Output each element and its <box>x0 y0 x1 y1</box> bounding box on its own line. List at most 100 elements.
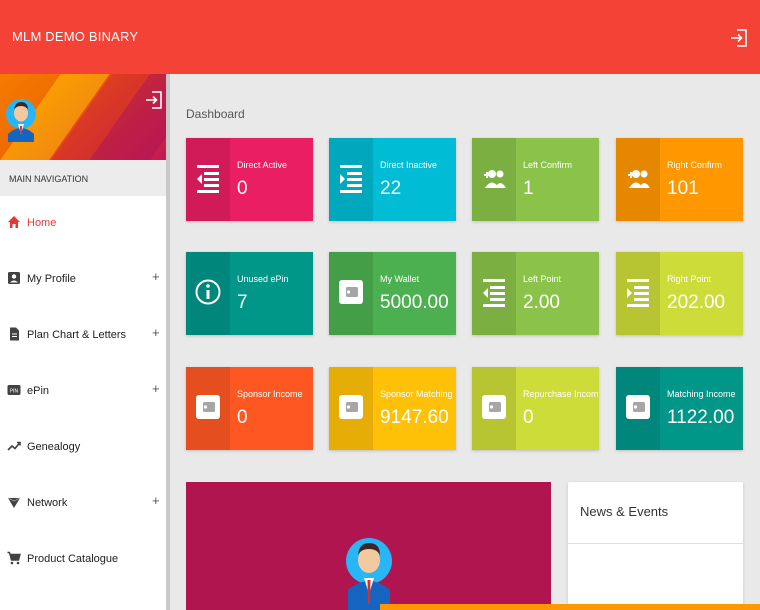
wallet-icon <box>338 276 364 308</box>
card-value: 0 <box>237 178 248 199</box>
card-icon-area <box>329 138 373 221</box>
nav-list: Home My Profile + Plan Chart & Letters +… <box>0 196 170 588</box>
expand-icon[interactable]: + <box>152 493 160 508</box>
sidebar-item-label: Home <box>27 217 57 229</box>
card-value: 202.00 <box>667 292 726 313</box>
nav-header: MAIN NAVIGATION <box>0 160 170 196</box>
card-label: Direct Active <box>237 160 288 170</box>
sidebar-item-label: Genealogy <box>27 441 81 453</box>
wallet-icon <box>338 391 364 423</box>
card-label: My Wallet <box>380 274 420 284</box>
sidebar-item-genealogy[interactable]: Genealogy <box>0 420 170 476</box>
card-value: 22 <box>380 178 402 199</box>
sidebar-logout-icon[interactable] <box>145 90 163 110</box>
card-value: 1 <box>523 178 534 199</box>
expand-icon[interactable]: + <box>152 269 160 284</box>
app-title[interactable]: MLM DEMO BINARY <box>12 29 138 44</box>
avatar[interactable] <box>346 528 392 610</box>
profile-panel <box>186 482 551 610</box>
card-repurchase-income[interactable]: Repurchase Income 0 <box>472 367 599 450</box>
card-label: Repurchase Income <box>523 389 599 399</box>
sidebar: MAIN NAVIGATION Home My Profile + Plan C… <box>0 74 170 610</box>
card-icon-area <box>616 367 660 450</box>
card-label: Unused ePin <box>237 274 289 284</box>
list-right-icon <box>338 162 364 194</box>
logout-icon[interactable] <box>730 28 748 48</box>
card-value: 9147.60 <box>380 407 449 428</box>
list-left-icon <box>481 276 507 308</box>
card-left-point[interactable]: Left Point 2.00 <box>472 252 599 335</box>
card-label: Right Point <box>667 274 712 284</box>
sidebar-item-my-profile[interactable]: My Profile + <box>0 252 170 308</box>
card-value: 1122.00 <box>667 407 735 428</box>
card-label: Right Confirm <box>667 160 723 170</box>
sidebar-item-label: Network <box>27 497 68 509</box>
sidebar-item-home[interactable]: Home <box>0 196 170 252</box>
card-direct-inactive[interactable]: Direct Inactive 22 <box>329 138 456 221</box>
card-value: 101 <box>667 178 699 199</box>
news-events-panel: News & Events <box>568 482 743 610</box>
card-icon-area <box>472 367 516 450</box>
card-label: Left Confirm <box>523 160 573 170</box>
add-user-icon <box>481 162 507 194</box>
card-sponsor-income[interactable]: Sponsor Income 0 <box>186 367 313 450</box>
card-value: 7 <box>237 292 248 313</box>
divider <box>568 543 743 544</box>
card-icon-area <box>186 252 230 335</box>
sidebar-item-label: Product Catalogue <box>27 553 119 565</box>
network-icon <box>7 497 21 508</box>
card-icon-area <box>329 367 373 450</box>
expand-icon[interactable]: + <box>152 381 160 396</box>
card-sponsor-matching[interactable]: Sponsor Matching 9147.60 <box>329 367 456 450</box>
sidebar-item-label: Plan Chart & Letters <box>27 329 127 341</box>
wallet-icon <box>195 391 221 423</box>
card-value: 0 <box>237 407 248 428</box>
sidebar-scrollbar[interactable] <box>166 74 170 610</box>
card-right-confirm[interactable]: Right Confirm 101 <box>616 138 743 221</box>
card-value: 5000.00 <box>380 292 449 313</box>
card-right-point[interactable]: Right Point 202.00 <box>616 252 743 335</box>
cart-icon <box>7 551 21 565</box>
trending-icon <box>7 441 21 451</box>
profile-icon <box>8 272 20 284</box>
wallet-icon <box>481 391 507 423</box>
card-icon-area <box>472 138 516 221</box>
card-label: Left Point <box>523 274 562 284</box>
card-icon-area <box>186 138 230 221</box>
list-right-icon <box>625 276 651 308</box>
sidebar-item-product-catalogue[interactable]: Product Catalogue <box>0 532 170 588</box>
card-my-wallet[interactable]: My Wallet 5000.00 <box>329 252 456 335</box>
card-label: Sponsor Matching <box>380 389 453 399</box>
sidebar-item-network[interactable]: Network + <box>0 476 170 532</box>
svg-text:PIN: PIN <box>10 388 18 394</box>
sidebar-item-epin[interactable]: PIN ePin + <box>0 364 170 420</box>
card-icon-area <box>329 252 373 335</box>
sidebar-profile-banner <box>0 74 170 160</box>
wallet-icon <box>625 391 651 423</box>
document-icon <box>10 327 19 341</box>
card-unused-epin[interactable]: Unused ePin 7 <box>186 252 313 335</box>
card-label: Matching Income <box>667 389 736 399</box>
home-icon <box>8 216 20 228</box>
card-left-confirm[interactable]: Left Confirm 1 <box>472 138 599 221</box>
card-icon-area <box>186 367 230 450</box>
news-events-title: News & Events <box>580 504 669 519</box>
sidebar-item-label: My Profile <box>27 273 76 285</box>
add-user-icon <box>625 162 651 194</box>
card-label: Direct Inactive <box>380 160 438 170</box>
expand-icon[interactable]: + <box>152 325 160 340</box>
top-header: MLM DEMO BINARY <box>0 0 760 74</box>
info-icon <box>195 276 221 308</box>
card-value: 2.00 <box>523 292 560 313</box>
accent-bar <box>380 604 760 610</box>
sidebar-item-label: ePin <box>27 385 50 397</box>
card-matching-income[interactable]: Matching Income 1122.00 <box>616 367 743 450</box>
avatar[interactable] <box>6 86 36 142</box>
card-value: 0 <box>523 407 534 428</box>
card-icon-area <box>472 252 516 335</box>
sidebar-item-plan-chart[interactable]: Plan Chart & Letters + <box>0 308 170 364</box>
card-icon-area <box>616 252 660 335</box>
card-label: Sponsor Income <box>237 389 303 399</box>
card-direct-active[interactable]: Direct Active 0 <box>186 138 313 221</box>
card-icon-area <box>616 138 660 221</box>
